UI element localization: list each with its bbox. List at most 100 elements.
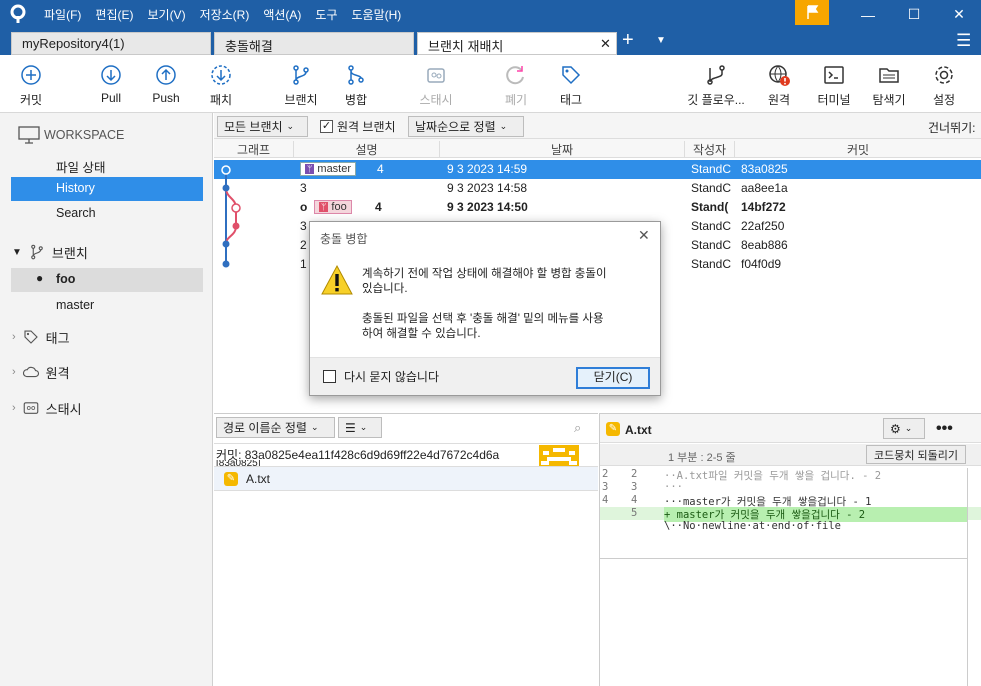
commit-hash: 22af250 <box>741 219 785 233</box>
branches-header[interactable]: ▼ 브랜치 <box>12 240 88 264</box>
commit-hash: 14bf272 <box>741 200 786 214</box>
diff-line: 4 4 ···master가 커밋을 두개 쌓을겁니다 - 1 <box>600 494 981 508</box>
remotes-header[interactable]: › 원격 <box>12 360 70 384</box>
branch-button[interactable]: 브랜치 <box>273 59 329 113</box>
column-commit[interactable]: 커밋 <box>735 141 981 157</box>
stash-button[interactable]: 스태시 <box>408 59 464 113</box>
fetch-circle-icon <box>211 65 231 85</box>
minimize-button[interactable]: — <box>845 0 891 29</box>
merge-button[interactable]: 병합 <box>328 59 384 113</box>
column-date[interactable]: 날짜 <box>440 141 685 157</box>
close-dialog-button[interactable]: 닫기(C) <box>576 367 650 389</box>
pull-button[interactable]: Pull <box>83 59 139 113</box>
commit-date: 9 3 2023 14:59 <box>447 162 528 176</box>
fetch-button[interactable]: 패치 <box>193 59 249 113</box>
commit-date: 9 3 2023 14:58 <box>447 181 528 195</box>
commit-description: 1 <box>300 257 307 271</box>
diff-pane: ✎ A.txt ⚙ ⌄ ••• 1 부분 : 2-5 줄 코드뭉치 되돌리기 2… <box>599 413 981 686</box>
new-line-number: 4 <box>631 494 638 506</box>
toolbar: 커밋 Pull Push 패치 브랜치 병합 스태시 폐기 태그 깃 플로우..… <box>0 55 981 113</box>
discard-label: 폐기 <box>504 93 528 107</box>
tab-dropdown-button[interactable]: ▼ <box>656 35 666 46</box>
menu-view[interactable]: 보기(V) <box>147 6 185 23</box>
sidebar-item-label: History <box>56 181 95 195</box>
maximize-icon: ☐ <box>907 6 921 22</box>
date-sort-dropdown[interactable]: 날짜순으로 정렬 ⌄ <box>408 116 524 137</box>
stashes-label: 스태시 <box>45 401 82 417</box>
commit-graph <box>221 165 241 268</box>
stash-icon <box>23 402 38 414</box>
push-button[interactable]: Push <box>138 59 194 113</box>
hamburger-menu-button[interactable]: ☰ <box>956 31 971 51</box>
dialog-footer: 다시 묻지 않습니다 닫기(C) <box>310 357 660 395</box>
search-icon[interactable]: ⌕ <box>574 420 581 436</box>
explorer-button[interactable]: 탐색기 <box>861 59 917 113</box>
more-options-icon[interactable]: ••• <box>936 420 953 438</box>
settings-button[interactable]: 설정 <box>916 59 972 113</box>
file-list-item[interactable]: ✎ A.txt <box>214 466 598 491</box>
revert-hunk-button[interactable]: 코드뭉치 되돌리기 <box>866 445 966 464</box>
sidebar-item-file-status[interactable]: 파일 상태 <box>11 153 203 177</box>
commit-row[interactable]: o ᛘ foo 4 9 3 2023 14:50 Stand( 14bf272 <box>214 198 981 217</box>
remote-button[interactable]: 원격 <box>751 59 807 113</box>
menu-actions[interactable]: 액션(A) <box>263 6 301 23</box>
commit-hash: f04f0d9 <box>741 257 782 271</box>
column-author[interactable]: 작성자 <box>685 141 735 157</box>
tab-bar: myRepository4(1) 충돌해결 브랜치 재배치 ✕ + ▼ ☰ <box>0 29 981 55</box>
chevron-right-icon: › <box>12 402 16 414</box>
tab-conflict-resolve[interactable]: 충돌해결 <box>214 32 414 55</box>
chevron-down-icon: ⌄ <box>286 121 295 131</box>
commit-grid-header: 그래프 설명 날짜 작성자 커밋 <box>214 139 981 158</box>
dialog-close-icon[interactable]: ✕ <box>638 227 650 244</box>
dont-ask-checkbox[interactable]: 다시 묻지 않습니다 <box>323 368 439 385</box>
commit-row[interactable]: 3 9 3 2023 14:58 StandC aa8ee1a <box>214 179 981 198</box>
modified-file-icon: ✎ <box>606 422 620 436</box>
commit-author: StandC <box>691 257 732 271</box>
sidebar-item-history[interactable]: History <box>11 177 203 201</box>
column-description[interactable]: 설명 <box>294 141 440 157</box>
new-tab-button[interactable]: + <box>622 29 634 52</box>
sidebar-item-label: foo <box>56 272 76 286</box>
remote-branches-checkbox[interactable]: ✓ 원격 브랜치 <box>320 118 396 135</box>
menu-help[interactable]: 도움말(H) <box>352 6 402 23</box>
tab-myrepository4[interactable]: myRepository4(1) <box>11 32 211 55</box>
path-sort-dropdown[interactable]: 경로 이름순 정렬 ⌄ <box>216 417 335 438</box>
tab-rebase[interactable]: 브랜치 재배치 ✕ <box>417 32 617 55</box>
old-line-number: 4 <box>602 494 609 506</box>
tag-button[interactable]: 태그 <box>543 59 599 113</box>
maximize-button[interactable]: ☐ <box>891 0 937 29</box>
workspace-header: WORKSPACE <box>18 123 124 147</box>
gitflow-button[interactable]: 깃 플로우... <box>683 59 749 113</box>
dialog-line: 충돌된 파일을 선택 후 '충돌 해결' 밑의 메뉴를 사용 <box>362 313 604 325</box>
menu-bar: 파일(F) 편집(E) 보기(V) 저장소(R) 액션(A) 도구 도움말(H) <box>44 0 415 29</box>
tags-header[interactable]: › 태그 <box>12 325 70 349</box>
sidebar-item-search[interactable]: Search <box>11 202 203 226</box>
menu-file[interactable]: 파일(F) <box>44 6 81 23</box>
tag-label: 태그 <box>559 93 583 107</box>
sidebar-item-branch-foo[interactable]: ● foo <box>11 268 203 292</box>
commit-row[interactable]: ᛘ master 4 9 3 2023 14:59 StandC 83a0825 <box>214 160 981 179</box>
column-graph[interactable]: 그래프 <box>214 141 294 157</box>
diff-options-dropdown[interactable]: ⚙ ⌄ <box>883 418 925 439</box>
settings-label: 설정 <box>932 93 956 107</box>
commit-author: Stand( <box>691 200 729 214</box>
stashes-header[interactable]: › 스태시 <box>12 396 82 420</box>
close-tab-icon[interactable]: ✕ <box>600 36 611 52</box>
menu-tools[interactable]: 도구 <box>315 6 337 23</box>
menu-repository[interactable]: 저장소(R) <box>200 6 250 23</box>
commit-button[interactable]: 커밋 <box>3 59 59 113</box>
revert-hunk-label: 코드뭉치 되돌리기 <box>873 449 958 462</box>
all-branches-dropdown[interactable]: 모든 브랜치 ⌄ <box>217 116 308 137</box>
cloud-icon <box>22 366 39 378</box>
branch-badge-foo: ᛘ foo <box>314 200 352 214</box>
discard-button[interactable]: 폐기 <box>488 59 544 113</box>
terminal-button[interactable]: 터미널 <box>806 59 862 113</box>
close-window-button[interactable]: ✕ <box>937 0 981 29</box>
flag-button[interactable] <box>795 0 829 25</box>
branch-icon <box>31 244 43 260</box>
menu-edit[interactable]: 편집(E) <box>95 6 133 23</box>
sidebar-item-branch-master[interactable]: master <box>11 294 203 318</box>
terminal-label: 터미널 <box>817 93 851 107</box>
close-icon: ✕ <box>953 6 965 22</box>
view-mode-dropdown[interactable]: ☰ ⌄ <box>338 417 382 438</box>
